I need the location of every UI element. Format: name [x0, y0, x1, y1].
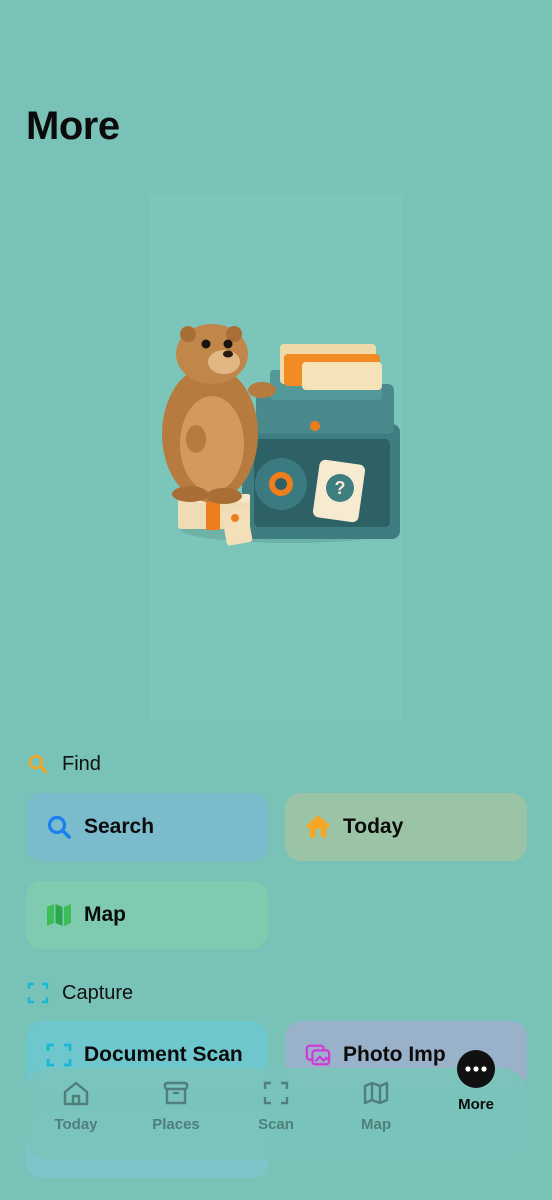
map-tile-label: Map	[84, 903, 126, 926]
house-outline-icon	[61, 1078, 91, 1108]
section-capture-header: Capture	[26, 981, 133, 1005]
document-scan-tile-label: Document Scan	[84, 1043, 243, 1066]
more-ellipsis-icon	[457, 1050, 495, 1088]
tab-more-label: More	[458, 1096, 494, 1113]
hero-illustration: ?	[150, 194, 402, 721]
tab-map[interactable]: Map	[328, 1068, 424, 1133]
magnifier-icon	[26, 752, 50, 776]
search-icon	[46, 814, 72, 840]
tab-scan-label: Scan	[258, 1116, 294, 1133]
tab-today[interactable]: Today	[28, 1068, 124, 1133]
section-find-label: Find	[62, 752, 101, 775]
map-tile[interactable]: Map	[26, 881, 268, 949]
document-scan-icon	[46, 1042, 72, 1068]
archive-box-icon	[161, 1078, 191, 1108]
tab-map-label: Map	[361, 1116, 391, 1133]
page-title: More	[26, 104, 120, 148]
tab-places-label: Places	[152, 1116, 200, 1133]
scan-frame-icon	[261, 1078, 291, 1108]
search-tile-label: Search	[84, 815, 155, 838]
tab-more[interactable]: More	[428, 1050, 524, 1113]
today-tile-label: Today	[343, 815, 404, 838]
search-tile[interactable]: Search	[26, 793, 268, 861]
map-icon	[46, 902, 72, 928]
tab-scan[interactable]: Scan	[228, 1068, 324, 1133]
map-outline-icon	[361, 1078, 391, 1108]
marmot-archive-illustration: ?	[162, 324, 400, 546]
tab-bar: Today Places Scan Map More	[26, 1050, 526, 1160]
section-capture-label: Capture	[62, 981, 134, 1004]
photo-import-icon	[305, 1042, 331, 1068]
today-tile[interactable]: Today	[285, 793, 527, 861]
svg-text:?: ?	[335, 478, 346, 498]
section-find-header: Find	[26, 752, 101, 776]
tab-today-label: Today	[54, 1116, 98, 1133]
tab-places[interactable]: Places	[128, 1068, 224, 1133]
house-icon	[305, 814, 331, 840]
scan-frame-icon	[26, 981, 50, 1005]
